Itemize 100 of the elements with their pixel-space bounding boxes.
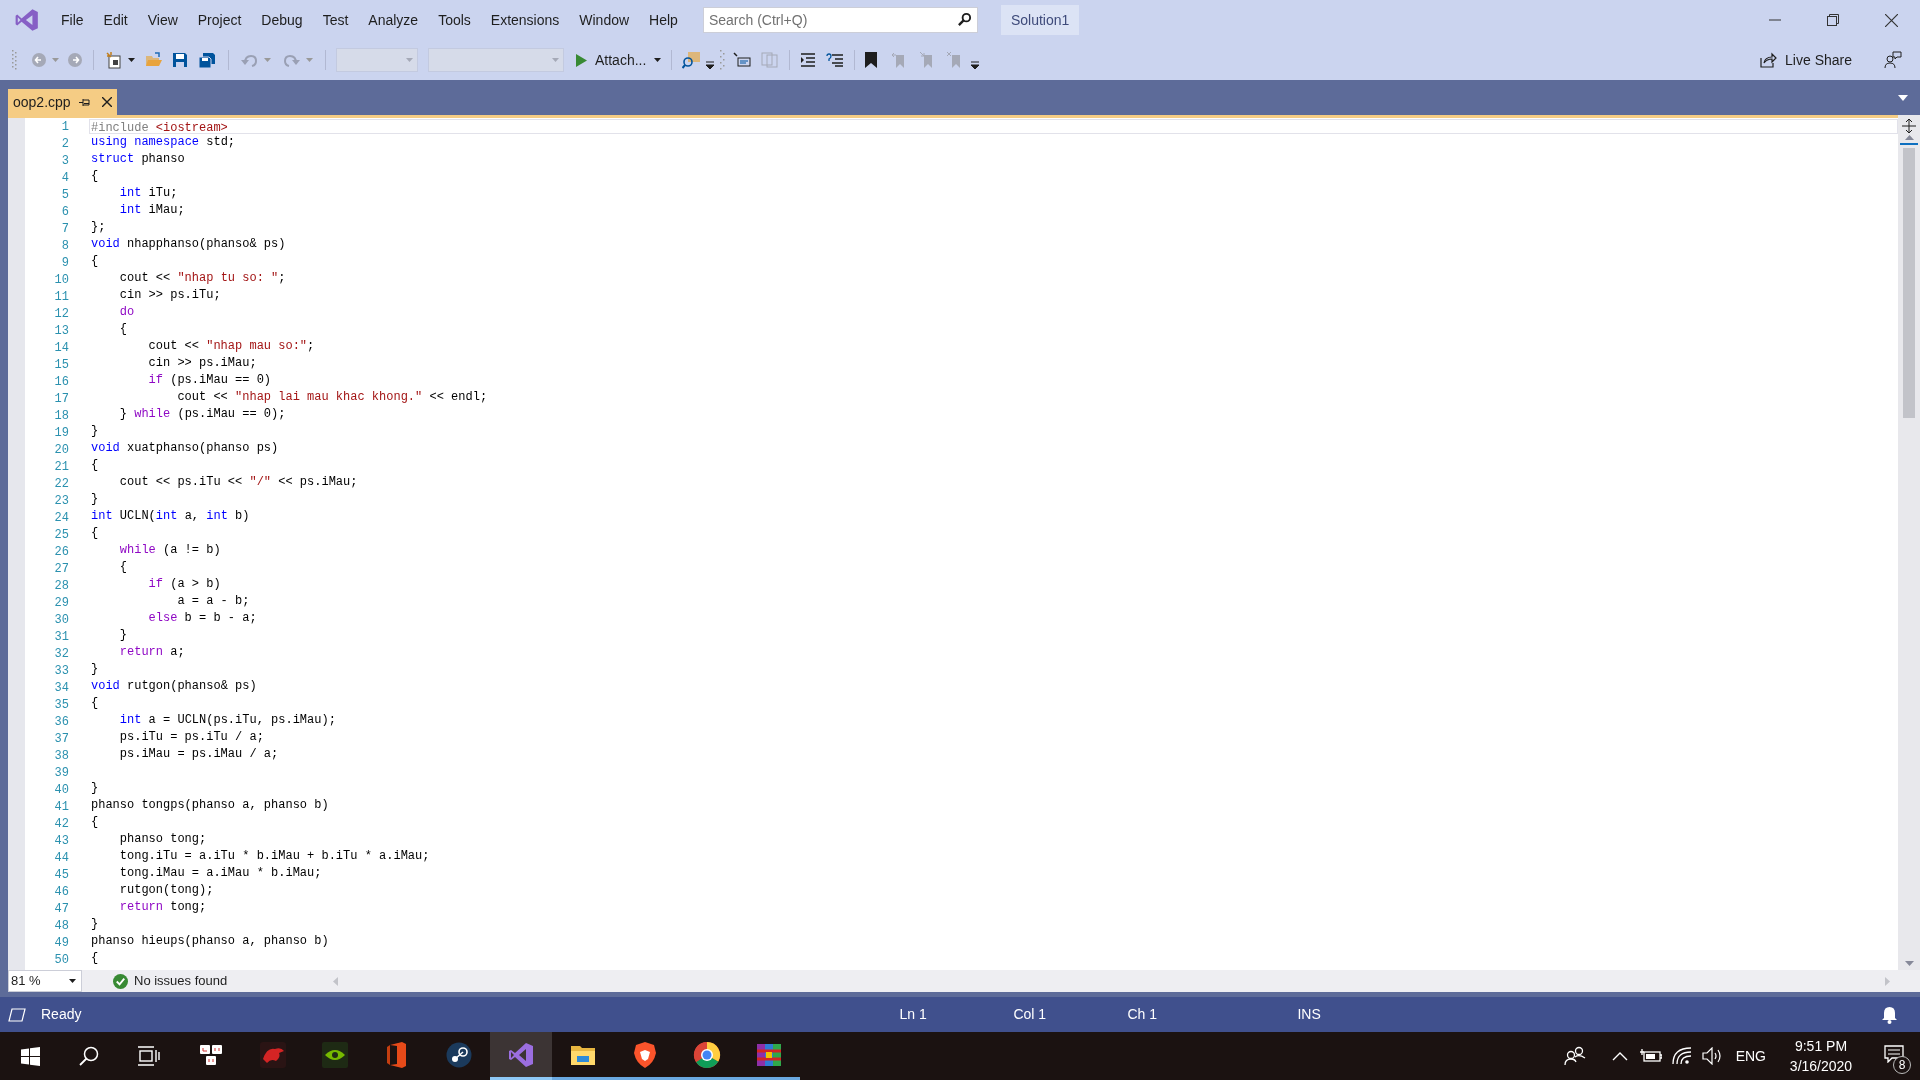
feedback-icon[interactable] (1884, 51, 1902, 69)
menu-item[interactable]: Debug (252, 6, 312, 34)
code-line: cin >> ps.iMau; (147, 356, 257, 370)
save-icon[interactable] (172, 52, 188, 68)
menu-item[interactable]: Tools (429, 6, 480, 34)
caret-icon (552, 58, 559, 62)
code-line: #include <iostream> (91, 121, 228, 135)
share-icon (1760, 52, 1778, 68)
open-folder-icon[interactable] (145, 52, 163, 68)
line-number: 12 (54, 307, 69, 321)
line-number: 24 (54, 511, 69, 525)
line-number: 38 (54, 749, 69, 763)
line-number: 27 (54, 562, 69, 576)
menu-item[interactable]: Window (570, 6, 639, 34)
code-line: void rutgon(phanso& ps) (91, 679, 257, 693)
chevron-up-icon[interactable] (1611, 1051, 1628, 1061)
indent-icon[interactable] (800, 53, 817, 67)
code-line: } (91, 424, 99, 438)
line-number: 16 (54, 375, 69, 389)
code-line: int a = UCLN(ps.iTu, ps.iMau); (118, 713, 336, 727)
scroll-up-icon[interactable] (1904, 135, 1914, 140)
wifi-icon[interactable] (1671, 1047, 1692, 1065)
lion-icon (631, 1040, 659, 1069)
line-number: 36 (54, 715, 69, 729)
line-number: 40 (54, 783, 69, 797)
notification-count: 8 (1893, 1056, 1911, 1074)
caret-icon (654, 58, 662, 62)
toolbar-grip-icon[interactable] (12, 50, 17, 70)
menu-item[interactable]: Extensions (481, 6, 569, 34)
menu-item[interactable]: View (138, 6, 187, 34)
line-number: 25 (54, 528, 69, 542)
save-all-icon[interactable] (198, 51, 216, 69)
scroll-down-icon[interactable] (1904, 961, 1914, 966)
input-language[interactable]: ENG (1735, 1045, 1766, 1067)
line-number: 42 (54, 817, 69, 831)
code-line: { (91, 951, 99, 965)
app-logo-icon (14, 7, 40, 33)
insert-mode-indicator[interactable]: INS (1297, 1004, 1321, 1025)
close-icon[interactable] (101, 97, 112, 107)
volume-icon[interactable] (1701, 1047, 1722, 1065)
output-window-icon[interactable] (8, 1007, 26, 1022)
code-line: int iTu; (118, 186, 178, 200)
line-number: 35 (54, 698, 69, 712)
search-icon (79, 1046, 99, 1066)
attach-button[interactable]: Attach... (576, 46, 662, 74)
menu-item[interactable]: Edit (94, 6, 137, 34)
close-icon (1884, 13, 1898, 27)
people-icon[interactable] (1563, 1046, 1586, 1066)
comment-icon[interactable] (826, 53, 845, 67)
line-number: 3 (61, 154, 69, 168)
line-number: 5 (61, 188, 69, 202)
split-window-icon[interactable] (1902, 119, 1916, 133)
tab-overflow-icon[interactable] (1898, 95, 1908, 101)
scrollbar-thumb[interactable] (1903, 148, 1915, 418)
code-line: }; (91, 220, 106, 234)
code-line: if (a > b) (147, 577, 221, 591)
caret-icon[interactable] (128, 58, 135, 62)
clock[interactable]: 9:51 PM 3/16/2020 (1780, 1036, 1862, 1076)
line-number: 30 (54, 613, 69, 627)
line-number: 47 (54, 902, 69, 916)
code-line: ps.iMau = ps.iMau / a; (118, 747, 279, 761)
code-line: cout << ps.iTu << "/" << ps.iMau; (118, 475, 358, 489)
line-number: 29 (54, 596, 69, 610)
issues-status[interactable]: No issues found (134, 971, 228, 991)
battery-icon[interactable] (1639, 1049, 1662, 1063)
new-project-icon[interactable] (106, 51, 124, 69)
overflow-icon[interactable] (971, 61, 980, 69)
notification-bell-icon[interactable] (1881, 1005, 1898, 1024)
menu-item[interactable]: Project (188, 6, 251, 34)
code-line: { (91, 815, 99, 829)
menu-item[interactable]: Test (313, 6, 358, 34)
code-line: else b = b - a; (147, 611, 257, 625)
pin-icon[interactable] (78, 97, 90, 107)
solution-name: Solution1 (1000, 5, 1080, 35)
code-line: { (91, 169, 99, 183)
overflow-icon[interactable] (706, 61, 715, 69)
clock-time: 9:51 PM (1794, 1037, 1848, 1056)
line-number: 48 (54, 919, 69, 933)
zoom-dropdown[interactable]: 81 % (8, 970, 82, 992)
line-number: 14 (54, 341, 69, 355)
live-share-button[interactable]: Live Share (1760, 49, 1852, 71)
search-field[interactable]: Search (Ctrl+Q) (702, 7, 978, 33)
menu-item[interactable]: Help (640, 6, 687, 34)
code-line: return a; (118, 645, 185, 659)
code-line: rutgon(tong); (118, 883, 214, 897)
caret-icon (406, 58, 413, 62)
taskbar-app-button[interactable] (490, 1032, 552, 1080)
bookmark-icon[interactable] (865, 52, 878, 68)
column-indicator: Col 1 (1013, 1005, 1048, 1024)
file-tab[interactable]: oop2.cpp (8, 89, 117, 115)
line-indicator: Ln 1 (899, 1005, 928, 1024)
line-number: 7 (61, 222, 69, 236)
menu-item[interactable]: File (52, 6, 93, 34)
menu-item[interactable]: Analyze (359, 6, 428, 34)
find-in-files-icon[interactable] (682, 51, 703, 69)
toolbar-grip-icon[interactable] (720, 50, 726, 70)
code-line: } (91, 917, 99, 931)
list-members-icon[interactable] (733, 52, 752, 68)
infinity-logo-icon (507, 1040, 535, 1069)
line-number: 45 (54, 868, 69, 882)
